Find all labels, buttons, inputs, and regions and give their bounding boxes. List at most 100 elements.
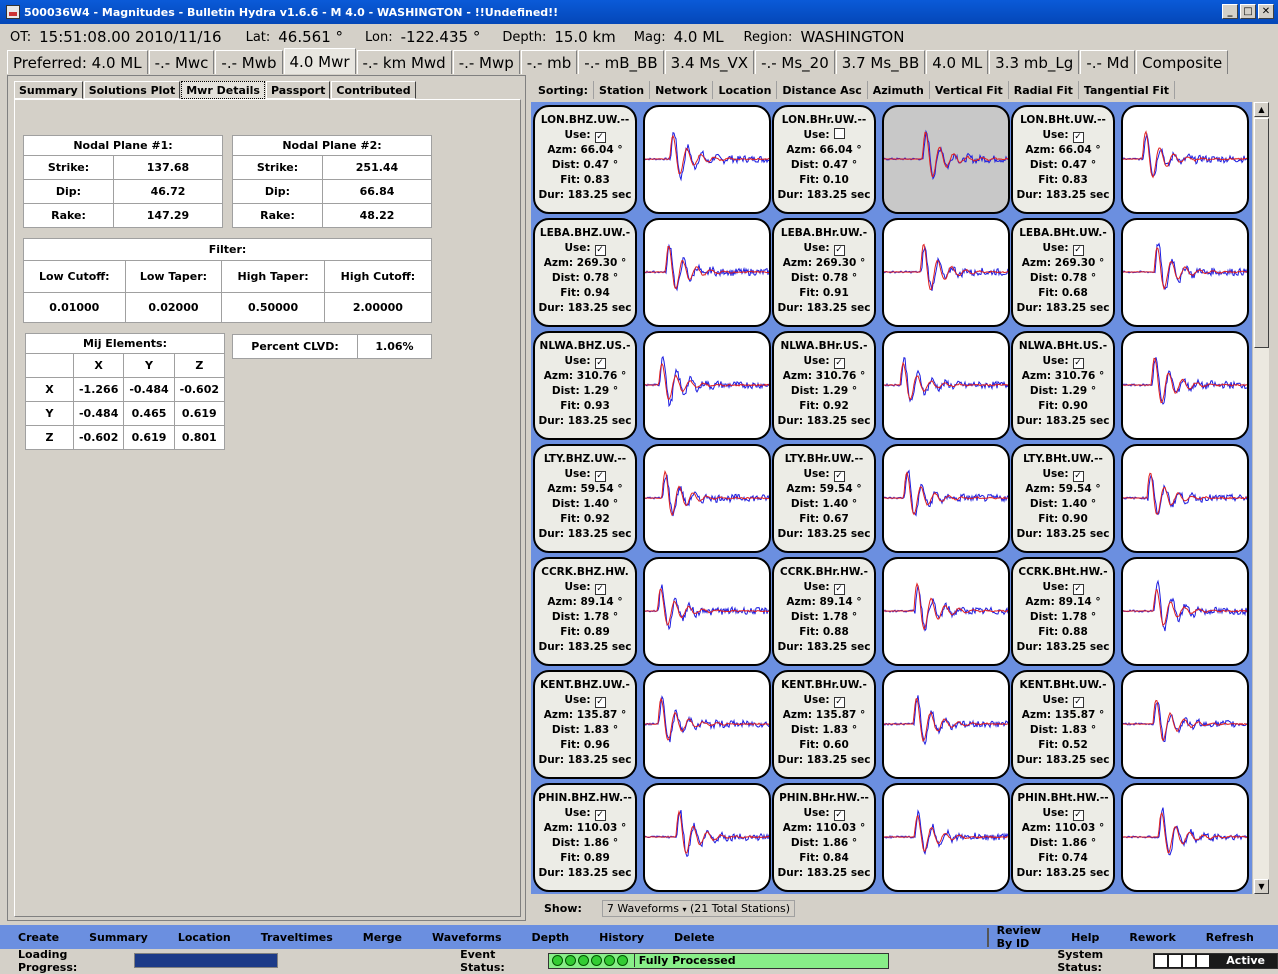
mag-tab-12[interactable]: 3.3 mb_Lg	[989, 50, 1080, 74]
use-checkbox[interactable]: ✓	[594, 245, 606, 256]
dur-label: Dur:	[538, 754, 565, 766]
nav-right-0[interactable]: Review By ID	[989, 924, 1054, 950]
waveform-plot[interactable]	[643, 331, 771, 440]
mag-tab-4[interactable]: -.- km Mwd	[356, 50, 452, 74]
nav-right-3[interactable]: Refresh	[1188, 931, 1266, 944]
sort-option-4[interactable]: Azimuth	[868, 81, 930, 99]
use-checkbox[interactable]: ✓	[594, 358, 606, 369]
maximize-button[interactable]: □	[1240, 4, 1256, 19]
waveform-plot[interactable]	[1121, 444, 1249, 553]
waveform-plot[interactable]	[882, 331, 1010, 440]
waveform-plot[interactable]	[882, 783, 1010, 892]
use-checkbox[interactable]: ✓	[833, 697, 845, 708]
dur-value: 183.25	[1045, 867, 1087, 879]
sort-option-3[interactable]: Distance Asc	[777, 81, 868, 99]
use-checkbox[interactable]: ✓	[1072, 697, 1084, 708]
mag-tab-11[interactable]: 4.0 ML	[926, 50, 989, 74]
waveform-plot[interactable]	[882, 444, 1010, 553]
use-checkbox[interactable]: ✓	[594, 471, 606, 482]
scroll-down-arrow-icon[interactable]: ▼	[1254, 879, 1269, 894]
mag-tab-3[interactable]: 4.0 Mwr	[283, 48, 356, 74]
use-checkbox[interactable]: ✓	[1072, 810, 1084, 821]
nav-0[interactable]: Create	[0, 931, 71, 944]
use-checkbox[interactable]: ✓	[833, 584, 845, 595]
sort-option-5[interactable]: Vertical Fit	[930, 81, 1009, 99]
subtab-0[interactable]: Summary	[14, 81, 83, 99]
dur-label: Dur:	[1016, 528, 1043, 540]
nav-7[interactable]: History	[581, 931, 656, 944]
nav-5[interactable]: Waveforms	[414, 931, 514, 944]
waveform-plot[interactable]	[643, 783, 771, 892]
waveform-plot[interactable]	[643, 670, 771, 779]
fit-label: Fit:	[560, 513, 581, 525]
scroll-up-arrow-icon[interactable]: ▲	[1254, 102, 1269, 117]
nav-3[interactable]: Traveltimes	[243, 931, 345, 944]
waveform-plot[interactable]	[643, 218, 771, 327]
scroll-thumb[interactable]	[1254, 118, 1269, 348]
nav-1[interactable]: Summary	[71, 931, 160, 944]
waveform-plot[interactable]	[882, 105, 1010, 214]
subtab-3[interactable]: Passport	[265, 81, 331, 99]
use-checkbox[interactable]	[833, 128, 845, 139]
use-checkbox[interactable]: ✓	[1072, 584, 1084, 595]
waveforms-select[interactable]: 7 Waveforms ▾ (21 Total Stations)	[601, 899, 796, 917]
use-checkbox[interactable]: ✓	[594, 697, 606, 708]
use-checkbox[interactable]: ✓	[833, 810, 845, 821]
waveform-plot[interactable]	[1121, 218, 1249, 327]
mag-tab-7[interactable]: -.- mB_BB	[578, 50, 664, 74]
nav-right-1[interactable]: Help	[1053, 931, 1111, 944]
azm-unit: °	[859, 257, 866, 269]
mag-tab-14[interactable]: Composite	[1136, 50, 1229, 74]
sort-option-2[interactable]: Location	[713, 81, 778, 99]
use-checkbox[interactable]: ✓	[1072, 245, 1084, 256]
waveform-plot[interactable]	[1121, 105, 1249, 214]
waveform-plot[interactable]	[643, 557, 771, 666]
waveform-plot[interactable]	[643, 105, 771, 214]
use-checkbox[interactable]: ✓	[1072, 132, 1084, 143]
waveform-plot[interactable]	[882, 557, 1010, 666]
mag-tab-9[interactable]: -.- Ms_20	[755, 50, 835, 74]
use-checkbox[interactable]: ✓	[1072, 358, 1084, 369]
mag-tab-10[interactable]: 3.7 Ms_BB	[835, 50, 926, 74]
mag-tab-1[interactable]: -.- Mwc	[148, 50, 215, 74]
waveform-plot[interactable]	[882, 670, 1010, 779]
mag-tab-0[interactable]: Preferred: 4.0 ML	[7, 50, 148, 74]
mag-tab-5[interactable]: -.- Mwp	[452, 50, 520, 74]
waveform-plot[interactable]	[882, 218, 1010, 327]
use-checkbox[interactable]: ✓	[833, 245, 845, 256]
sort-option-7[interactable]: Tangential Fit	[1079, 81, 1175, 99]
nav-8[interactable]: Delete	[656, 931, 727, 944]
waveform-plot[interactable]	[1121, 670, 1249, 779]
sort-option-1[interactable]: Network	[650, 81, 714, 99]
synthetic-trace	[884, 582, 1008, 631]
subtab-4[interactable]: Contributed	[331, 81, 416, 99]
use-checkbox[interactable]: ✓	[594, 132, 606, 143]
use-checkbox[interactable]: ✓	[594, 584, 606, 595]
use-checkbox[interactable]: ✓	[594, 810, 606, 821]
use-checkbox[interactable]: ✓	[1072, 471, 1084, 482]
nav-6[interactable]: Depth	[514, 931, 582, 944]
use-checkbox[interactable]: ✓	[833, 471, 845, 482]
waveform-plot[interactable]	[1121, 331, 1249, 440]
subtab-1[interactable]: Solutions Plot	[83, 81, 181, 99]
azm-unit: °	[1098, 257, 1105, 269]
waveform-plot[interactable]	[1121, 557, 1249, 666]
minimize-button[interactable]: _	[1222, 4, 1238, 19]
close-window-button[interactable]: ✕	[1258, 4, 1274, 19]
subtab-2[interactable]: Mwr Details	[181, 81, 265, 99]
sort-option-6[interactable]: Radial Fit	[1009, 81, 1079, 99]
mag-tab-8[interactable]: 3.4 Ms_VX	[664, 50, 755, 74]
waveform-plot[interactable]	[643, 444, 771, 553]
waveform-scrollbar[interactable]: ▲ ▼	[1252, 102, 1269, 894]
mag-tab-6[interactable]: -.- mb	[520, 50, 578, 74]
nav-right-2[interactable]: Rework	[1111, 931, 1187, 944]
waveform-plot[interactable]	[1121, 783, 1249, 892]
nav-right-4[interactable]: Close	[1266, 931, 1278, 944]
sort-option-0[interactable]: Station	[594, 81, 651, 99]
nav-2[interactable]: Location	[160, 931, 243, 944]
mag-tab-2[interactable]: -.- Mwb	[215, 50, 283, 74]
mag-tab-13[interactable]: -.- Md	[1080, 50, 1136, 74]
nav-4[interactable]: Merge	[345, 931, 414, 944]
use-checkbox[interactable]: ✓	[833, 358, 845, 369]
station-name: LEBA.BHr.UW.-	[780, 227, 868, 239]
